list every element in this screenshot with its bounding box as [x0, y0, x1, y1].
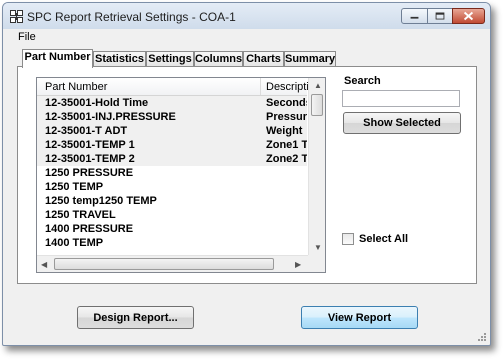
maximize-button[interactable]	[427, 8, 453, 24]
vertical-scrollbar[interactable]: ▲ ▼	[308, 78, 325, 255]
horizontal-scroll-thumb[interactable]	[54, 258, 274, 270]
horizontal-scrollbar[interactable]: ◀ ▶	[37, 255, 308, 272]
part-number-cell: 1250 temp1250 TEMP	[45, 195, 157, 207]
description-cell: Pressure	[266, 111, 307, 123]
menu-file[interactable]: File	[18, 31, 36, 43]
list-item[interactable]: 1250 PRESSURE	[37, 166, 307, 180]
scroll-down-arrow-icon[interactable]: ▼	[314, 243, 322, 252]
list-item[interactable]: 1250 temp1250 TEMP	[37, 194, 307, 208]
show-selected-button[interactable]: Show Selected	[343, 112, 461, 134]
title-bar[interactable]: SPC Report Retrieval Settings - COA-1	[3, 3, 490, 29]
minimize-button[interactable]	[401, 8, 428, 24]
list-item[interactable]: 12-35001-TEMP 2 Zone2 Te	[37, 152, 307, 166]
scroll-left-arrow-icon[interactable]: ◀	[41, 260, 47, 269]
part-number-cell: 12-35001-Hold Time	[45, 97, 149, 109]
list-item[interactable]: 1400 TEMP	[37, 236, 307, 250]
list-header: Part Number Descripti	[37, 78, 309, 96]
part-number-cell: 1400 PRESSURE	[45, 223, 134, 235]
maximize-icon	[435, 12, 445, 20]
tab-strip: Part Number Statistics Settings Columns …	[3, 49, 490, 68]
column-header-description[interactable]: Descripti	[266, 81, 309, 93]
description-cell: Weight	[266, 125, 303, 137]
tab-settings[interactable]: Settings	[146, 51, 194, 67]
part-number-list[interactable]: Part Number Descripti 12-35001-Hold Time…	[36, 77, 326, 273]
list-item[interactable]: 12-35001-INJ.PRESSURE Pressure	[37, 110, 307, 124]
report-settings-icon	[10, 10, 23, 23]
list-item[interactable]: 12-35001-TEMP 1 Zone1 Te	[37, 138, 307, 152]
list-item[interactable]: 12-35001-T ADT Weight	[37, 124, 307, 138]
part-number-cell: 12-35001-TEMP 1	[45, 139, 135, 151]
tab-part-number[interactable]: Part Number	[22, 49, 93, 68]
search-label: Search	[344, 75, 381, 87]
menu-bar: File	[3, 29, 490, 47]
description-cell: Zone2 Te	[266, 153, 307, 165]
scrollbar-corner	[308, 255, 325, 272]
minimize-icon	[410, 16, 419, 19]
part-number-cell: 12-35001-T ADT	[45, 125, 128, 137]
tab-columns[interactable]: Columns	[194, 51, 243, 67]
column-header-part-number[interactable]: Part Number	[45, 81, 107, 93]
window-title: SPC Report Retrieval Settings - COA-1	[27, 10, 236, 24]
design-report-button[interactable]: Design Report...	[77, 306, 194, 329]
part-number-cell: 1250 TRAVEL	[45, 209, 116, 221]
tab-statistics[interactable]: Statistics	[93, 51, 146, 67]
part-number-cell: 1400 TEMP	[45, 237, 104, 249]
list-rows: 12-35001-Hold Time Seconds 12-35001-INJ.…	[37, 96, 307, 256]
description-cell: Seconds	[266, 97, 307, 109]
select-all-label[interactable]: Select All	[359, 233, 408, 245]
tab-charts[interactable]: Charts	[243, 51, 284, 67]
resize-grip-icon[interactable]	[477, 332, 487, 342]
part-number-cell: 1250 PRESSURE	[45, 167, 134, 179]
tab-summary[interactable]: Summary	[284, 51, 336, 67]
part-number-cell: 12-35001-TEMP 2	[45, 153, 135, 165]
view-report-button[interactable]: View Report	[301, 306, 418, 329]
part-number-cell: 1250 TEMP	[45, 181, 104, 193]
vertical-scroll-thumb[interactable]	[311, 94, 323, 116]
part-number-cell: 12-35001-INJ.PRESSURE	[45, 111, 176, 123]
list-item[interactable]: 1400 PRESSURE	[37, 222, 307, 236]
close-button[interactable]	[452, 8, 485, 24]
settings-window: SPC Report Retrieval Settings - COA-1 Fi…	[2, 2, 491, 346]
column-divider[interactable]	[260, 78, 261, 95]
list-item[interactable]: 12-35001-Hold Time Seconds	[37, 96, 307, 110]
close-icon	[463, 11, 474, 21]
list-item[interactable]: 1250 TRAVEL	[37, 208, 307, 222]
scroll-up-arrow-icon[interactable]: ▲	[314, 81, 322, 90]
scroll-right-arrow-icon[interactable]: ▶	[295, 260, 301, 269]
search-input[interactable]	[342, 90, 460, 107]
select-all-checkbox-box[interactable]	[342, 233, 354, 245]
description-cell: Zone1 Te	[266, 139, 307, 151]
list-item[interactable]: 1250 TEMP	[37, 180, 307, 194]
